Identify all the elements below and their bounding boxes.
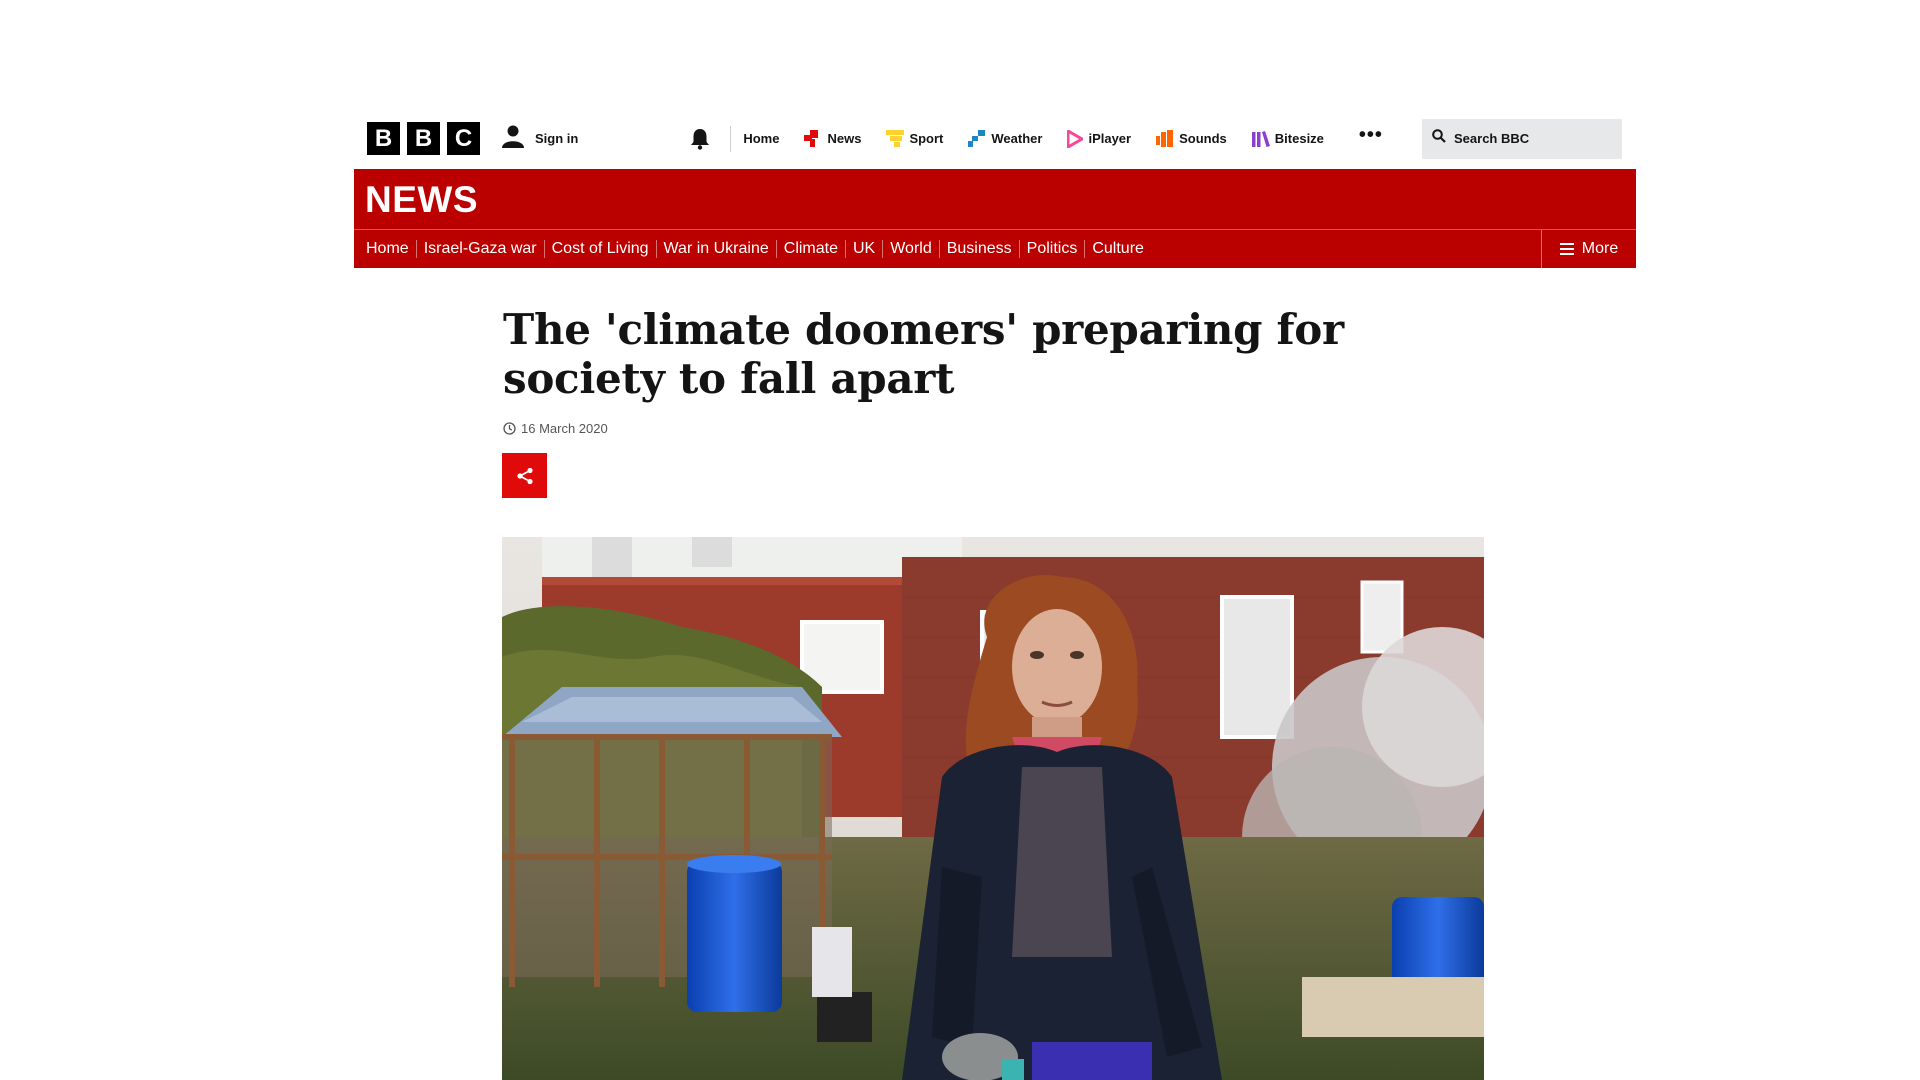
bbc-logo[interactable]: B B C bbox=[367, 122, 480, 155]
notifications-bell-icon[interactable] bbox=[690, 128, 710, 150]
news-logo[interactable]: NEWS bbox=[365, 179, 478, 221]
global-nav-sport-label: Sport bbox=[909, 131, 944, 146]
bbc-logo-block: C bbox=[447, 122, 480, 155]
section-israel-gaza-war[interactable]: Israel-Gaza war bbox=[417, 240, 545, 258]
section-uk[interactable]: UK bbox=[846, 240, 884, 258]
section-politics[interactable]: Politics bbox=[1020, 240, 1086, 258]
weather-icon bbox=[968, 130, 986, 147]
global-nav-news[interactable]: News bbox=[804, 130, 861, 147]
sign-in-label: Sign in bbox=[535, 131, 579, 146]
search-bbc-box[interactable]: Search BBC bbox=[1422, 118, 1622, 159]
search-placeholder: Search BBC bbox=[1454, 131, 1530, 146]
bitesize-icon bbox=[1251, 130, 1270, 147]
user-icon bbox=[501, 124, 525, 153]
share-icon bbox=[516, 467, 534, 485]
global-nav-home-label: Home bbox=[743, 131, 780, 146]
news-masthead: NEWS Home Israel-Gaza war Cost of Living… bbox=[354, 169, 1636, 268]
global-nav-links: Home News Sport Weather iPlayer Sounds B… bbox=[743, 125, 1383, 153]
sport-icon bbox=[886, 130, 905, 147]
section-culture[interactable]: Culture bbox=[1085, 240, 1151, 258]
article-date: 16 March 2020 bbox=[521, 421, 608, 436]
global-nav-weather[interactable]: Weather bbox=[968, 130, 1042, 147]
global-nav-bitesize[interactable]: Bitesize bbox=[1251, 130, 1324, 147]
global-nav-sounds[interactable]: Sounds bbox=[1156, 130, 1227, 147]
sounds-icon bbox=[1156, 130, 1174, 147]
share-button[interactable] bbox=[502, 453, 547, 498]
hamburger-icon bbox=[1559, 243, 1574, 255]
bbc-logo-block: B bbox=[367, 122, 400, 155]
sign-in-link[interactable]: Sign in bbox=[501, 124, 578, 153]
more-menu-icon[interactable]: ••• bbox=[1359, 125, 1383, 153]
global-nav-weather-label: Weather bbox=[991, 131, 1043, 146]
iplayer-icon bbox=[1067, 129, 1084, 148]
section-world[interactable]: World bbox=[883, 240, 940, 258]
section-business[interactable]: Business bbox=[940, 240, 1020, 258]
global-nav-news-label: News bbox=[827, 131, 862, 146]
nav-divider bbox=[730, 125, 732, 152]
search-icon bbox=[1432, 129, 1446, 148]
article-headline: The 'climate doomers' preparing for soci… bbox=[503, 305, 1344, 403]
article-timestamp: 16 March 2020 bbox=[503, 421, 608, 436]
article-hero-image bbox=[502, 537, 1484, 1080]
global-nav-iplayer[interactable]: iPlayer bbox=[1067, 129, 1132, 148]
global-nav-bitesize-label: Bitesize bbox=[1274, 131, 1324, 146]
more-sections-button[interactable]: More bbox=[1541, 230, 1636, 268]
news-section-nav: Home Israel-Gaza war Cost of Living War … bbox=[354, 230, 1151, 268]
global-nav-sport[interactable]: Sport bbox=[886, 130, 943, 147]
bbc-global-nav: B B C Sign in Home News Sport Weather iP… bbox=[354, 115, 1636, 162]
global-nav-home[interactable]: Home bbox=[743, 131, 779, 146]
section-cost-of-living[interactable]: Cost of Living bbox=[545, 240, 657, 258]
garden-photo bbox=[502, 537, 1484, 1080]
section-climate[interactable]: Climate bbox=[777, 240, 846, 258]
clock-icon bbox=[503, 422, 516, 435]
section-war-in-ukraine[interactable]: War in Ukraine bbox=[657, 240, 777, 258]
news-icon bbox=[804, 130, 822, 147]
global-nav-iplayer-label: iPlayer bbox=[1088, 131, 1132, 146]
bbc-logo-block: B bbox=[407, 122, 440, 155]
more-sections-label: More bbox=[1581, 240, 1619, 257]
section-home[interactable]: Home bbox=[354, 240, 417, 258]
global-nav-sounds-label: Sounds bbox=[1179, 131, 1227, 146]
